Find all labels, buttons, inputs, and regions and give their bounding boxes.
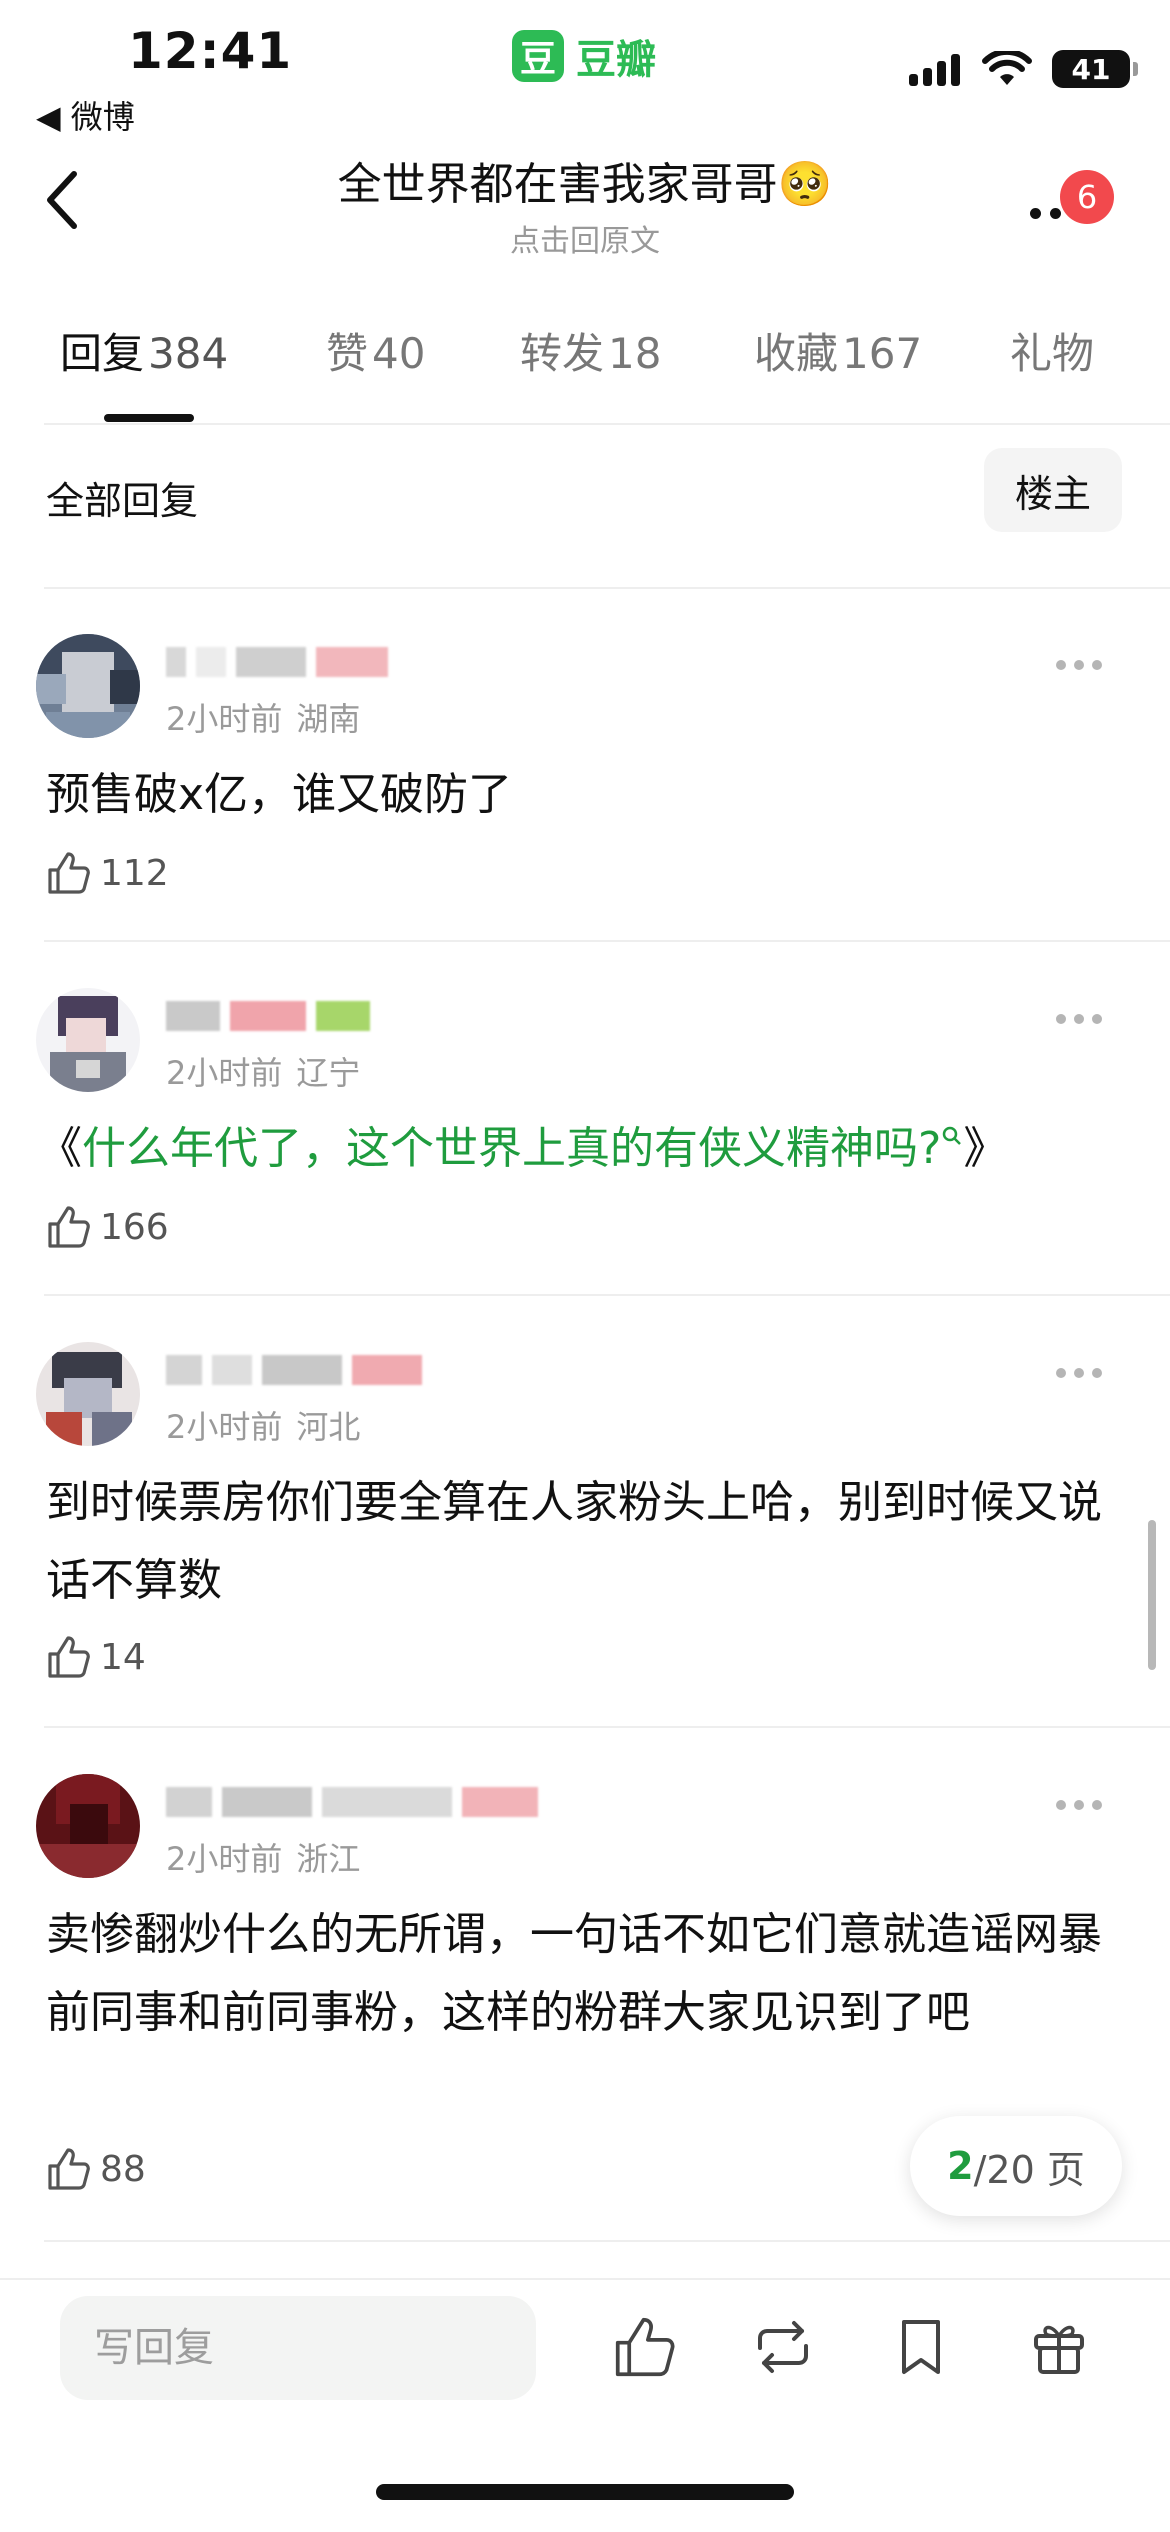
- username-blurred[interactable]: [166, 640, 388, 684]
- comment-text: 《什么年代了，这个世界上真的有侠义精神吗? 》: [38, 1110, 1128, 1188]
- comment-more-button[interactable]: [1056, 1004, 1116, 1034]
- divider: [44, 940, 1170, 942]
- thumb-up-icon[interactable]: [612, 2314, 678, 2380]
- comment-more-button[interactable]: [1056, 650, 1116, 680]
- active-tab-indicator: [104, 414, 194, 422]
- nav-header: 全世界都在害我家哥哥🥺 点击回原文 6: [0, 130, 1170, 260]
- tab-label: 收藏: [754, 329, 839, 378]
- like-count: 14: [100, 1636, 146, 1678]
- divider: [44, 423, 1170, 425]
- thumb-up-icon: [48, 852, 90, 894]
- tab-label: 转发: [520, 329, 605, 378]
- tab-gifts[interactable]: 礼物: [1010, 320, 1094, 381]
- comment-more-button[interactable]: [1056, 1358, 1116, 1388]
- more-menu-button[interactable]: 6: [1020, 170, 1114, 240]
- comment-text: 预售破x亿，谁又破防了: [46, 769, 513, 820]
- page-current: 2: [947, 2144, 974, 2188]
- tab-count: 18: [608, 329, 662, 378]
- bookmark-icon[interactable]: [888, 2314, 954, 2380]
- search-mini-icon: [943, 1127, 962, 1146]
- comment-text: 卖惨翻炒什么的无所谓，一句话不如它们意就造谣网暴前同事和前同事粉，这样的粉群大家…: [46, 1909, 1102, 2038]
- comment-time: 2小时前: [166, 1054, 283, 1092]
- avatar[interactable]: [36, 988, 140, 1092]
- tab-replies[interactable]: 回复384: [60, 320, 228, 381]
- comment-meta: 2小时前 辽宁: [166, 1048, 360, 1094]
- tab-collections[interactable]: 收藏167: [754, 320, 922, 381]
- filter-all-replies[interactable]: 全部回复: [46, 470, 198, 525]
- avatar[interactable]: [36, 1342, 140, 1446]
- gift-icon[interactable]: [1026, 2314, 1092, 2380]
- tab-bar: 回复384 赞40 转发18 收藏167 礼物: [0, 320, 1170, 424]
- page-total: /20 页: [973, 2147, 1085, 2192]
- divider: [44, 1294, 1170, 1296]
- status-time: 12:41: [128, 22, 293, 80]
- like-button[interactable]: 88: [46, 2146, 146, 2192]
- wifi-icon: [982, 51, 1032, 85]
- scrollbar[interactable]: [1148, 1520, 1156, 1670]
- comment-meta: 2小时前 湖南: [166, 694, 360, 740]
- like-count: 112: [100, 852, 169, 894]
- username-blurred[interactable]: [166, 1780, 538, 1824]
- comment-location: 浙江: [296, 1840, 361, 1878]
- avatar[interactable]: [36, 1774, 140, 1878]
- repost-icon[interactable]: [750, 2314, 816, 2380]
- comment-location: 河北: [296, 1408, 361, 1446]
- op-only-button[interactable]: 楼主: [984, 448, 1122, 532]
- thumb-up-icon: [48, 1206, 90, 1248]
- like-button[interactable]: 166: [46, 1204, 169, 1250]
- tab-count: 167: [842, 329, 923, 378]
- app-name: 豆瓣: [576, 37, 656, 83]
- tab-label: 赞: [326, 329, 369, 378]
- comment-location: 辽宁: [296, 1054, 361, 1092]
- quote-open: 《: [38, 1123, 82, 1174]
- comment-text: 到时候票房你们要全算在人家粉头上哈，别到时候又说话不算数: [46, 1477, 1102, 1606]
- back-button[interactable]: [38, 160, 98, 240]
- comment-location: 湖南: [296, 700, 361, 738]
- comment-more-button[interactable]: [1056, 1790, 1116, 1820]
- divider: [0, 2278, 1170, 2280]
- comment-time: 2小时前: [166, 700, 283, 738]
- quote-close: 》: [963, 1123, 1008, 1174]
- tab-reposts[interactable]: 转发18: [520, 320, 661, 381]
- status-bar: 12:41 ◀ 微博 豆 豆瓣 41: [0, 0, 1170, 136]
- username-blurred[interactable]: [166, 1348, 422, 1392]
- notification-badge: 6: [1060, 170, 1114, 224]
- thumb-up-icon: [48, 1636, 90, 1678]
- thumb-up-icon: [48, 2148, 90, 2190]
- title-block[interactable]: 全世界都在害我家哥哥🥺 点击回原文: [160, 148, 1010, 260]
- divider: [44, 2240, 1170, 2242]
- page-title: 全世界都在害我家哥哥🥺: [337, 159, 833, 210]
- like-count: 166: [100, 1206, 169, 1248]
- comment-meta: 2小时前 河北: [166, 1402, 360, 1448]
- page-indicator[interactable]: 2/20 页: [910, 2116, 1122, 2216]
- reply-input[interactable]: [60, 2296, 536, 2400]
- like-button[interactable]: 112: [46, 850, 169, 896]
- divider: [44, 587, 1170, 589]
- tab-count: 384: [148, 329, 229, 378]
- comment-time: 2小时前: [166, 1840, 283, 1878]
- status-indicators: 41: [909, 50, 1138, 88]
- home-indicator[interactable]: [376, 2484, 794, 2500]
- app-indicator: 豆 豆瓣: [512, 28, 656, 84]
- tab-label: 回复: [60, 329, 145, 378]
- comment-meta: 2小时前 浙江: [166, 1834, 360, 1880]
- comment-time: 2小时前: [166, 1408, 283, 1446]
- battery-icon: 41: [1052, 50, 1138, 88]
- back-chevron-icon: [47, 171, 77, 229]
- tab-count: 40: [372, 329, 426, 378]
- back-to-original-link[interactable]: 点击回原文: [160, 216, 1010, 260]
- divider: [44, 1726, 1170, 1728]
- like-count: 88: [100, 2148, 146, 2190]
- username-blurred[interactable]: [166, 994, 370, 1038]
- tab-likes[interactable]: 赞40: [326, 320, 425, 381]
- topic-link[interactable]: 什么年代了，这个世界上真的有侠义精神吗?: [82, 1123, 941, 1174]
- avatar[interactable]: [36, 634, 140, 738]
- douban-logo-icon: 豆: [512, 30, 564, 82]
- like-button[interactable]: 14: [46, 1634, 146, 1680]
- signal-icon: [909, 52, 960, 86]
- tab-label: 礼物: [1010, 329, 1095, 378]
